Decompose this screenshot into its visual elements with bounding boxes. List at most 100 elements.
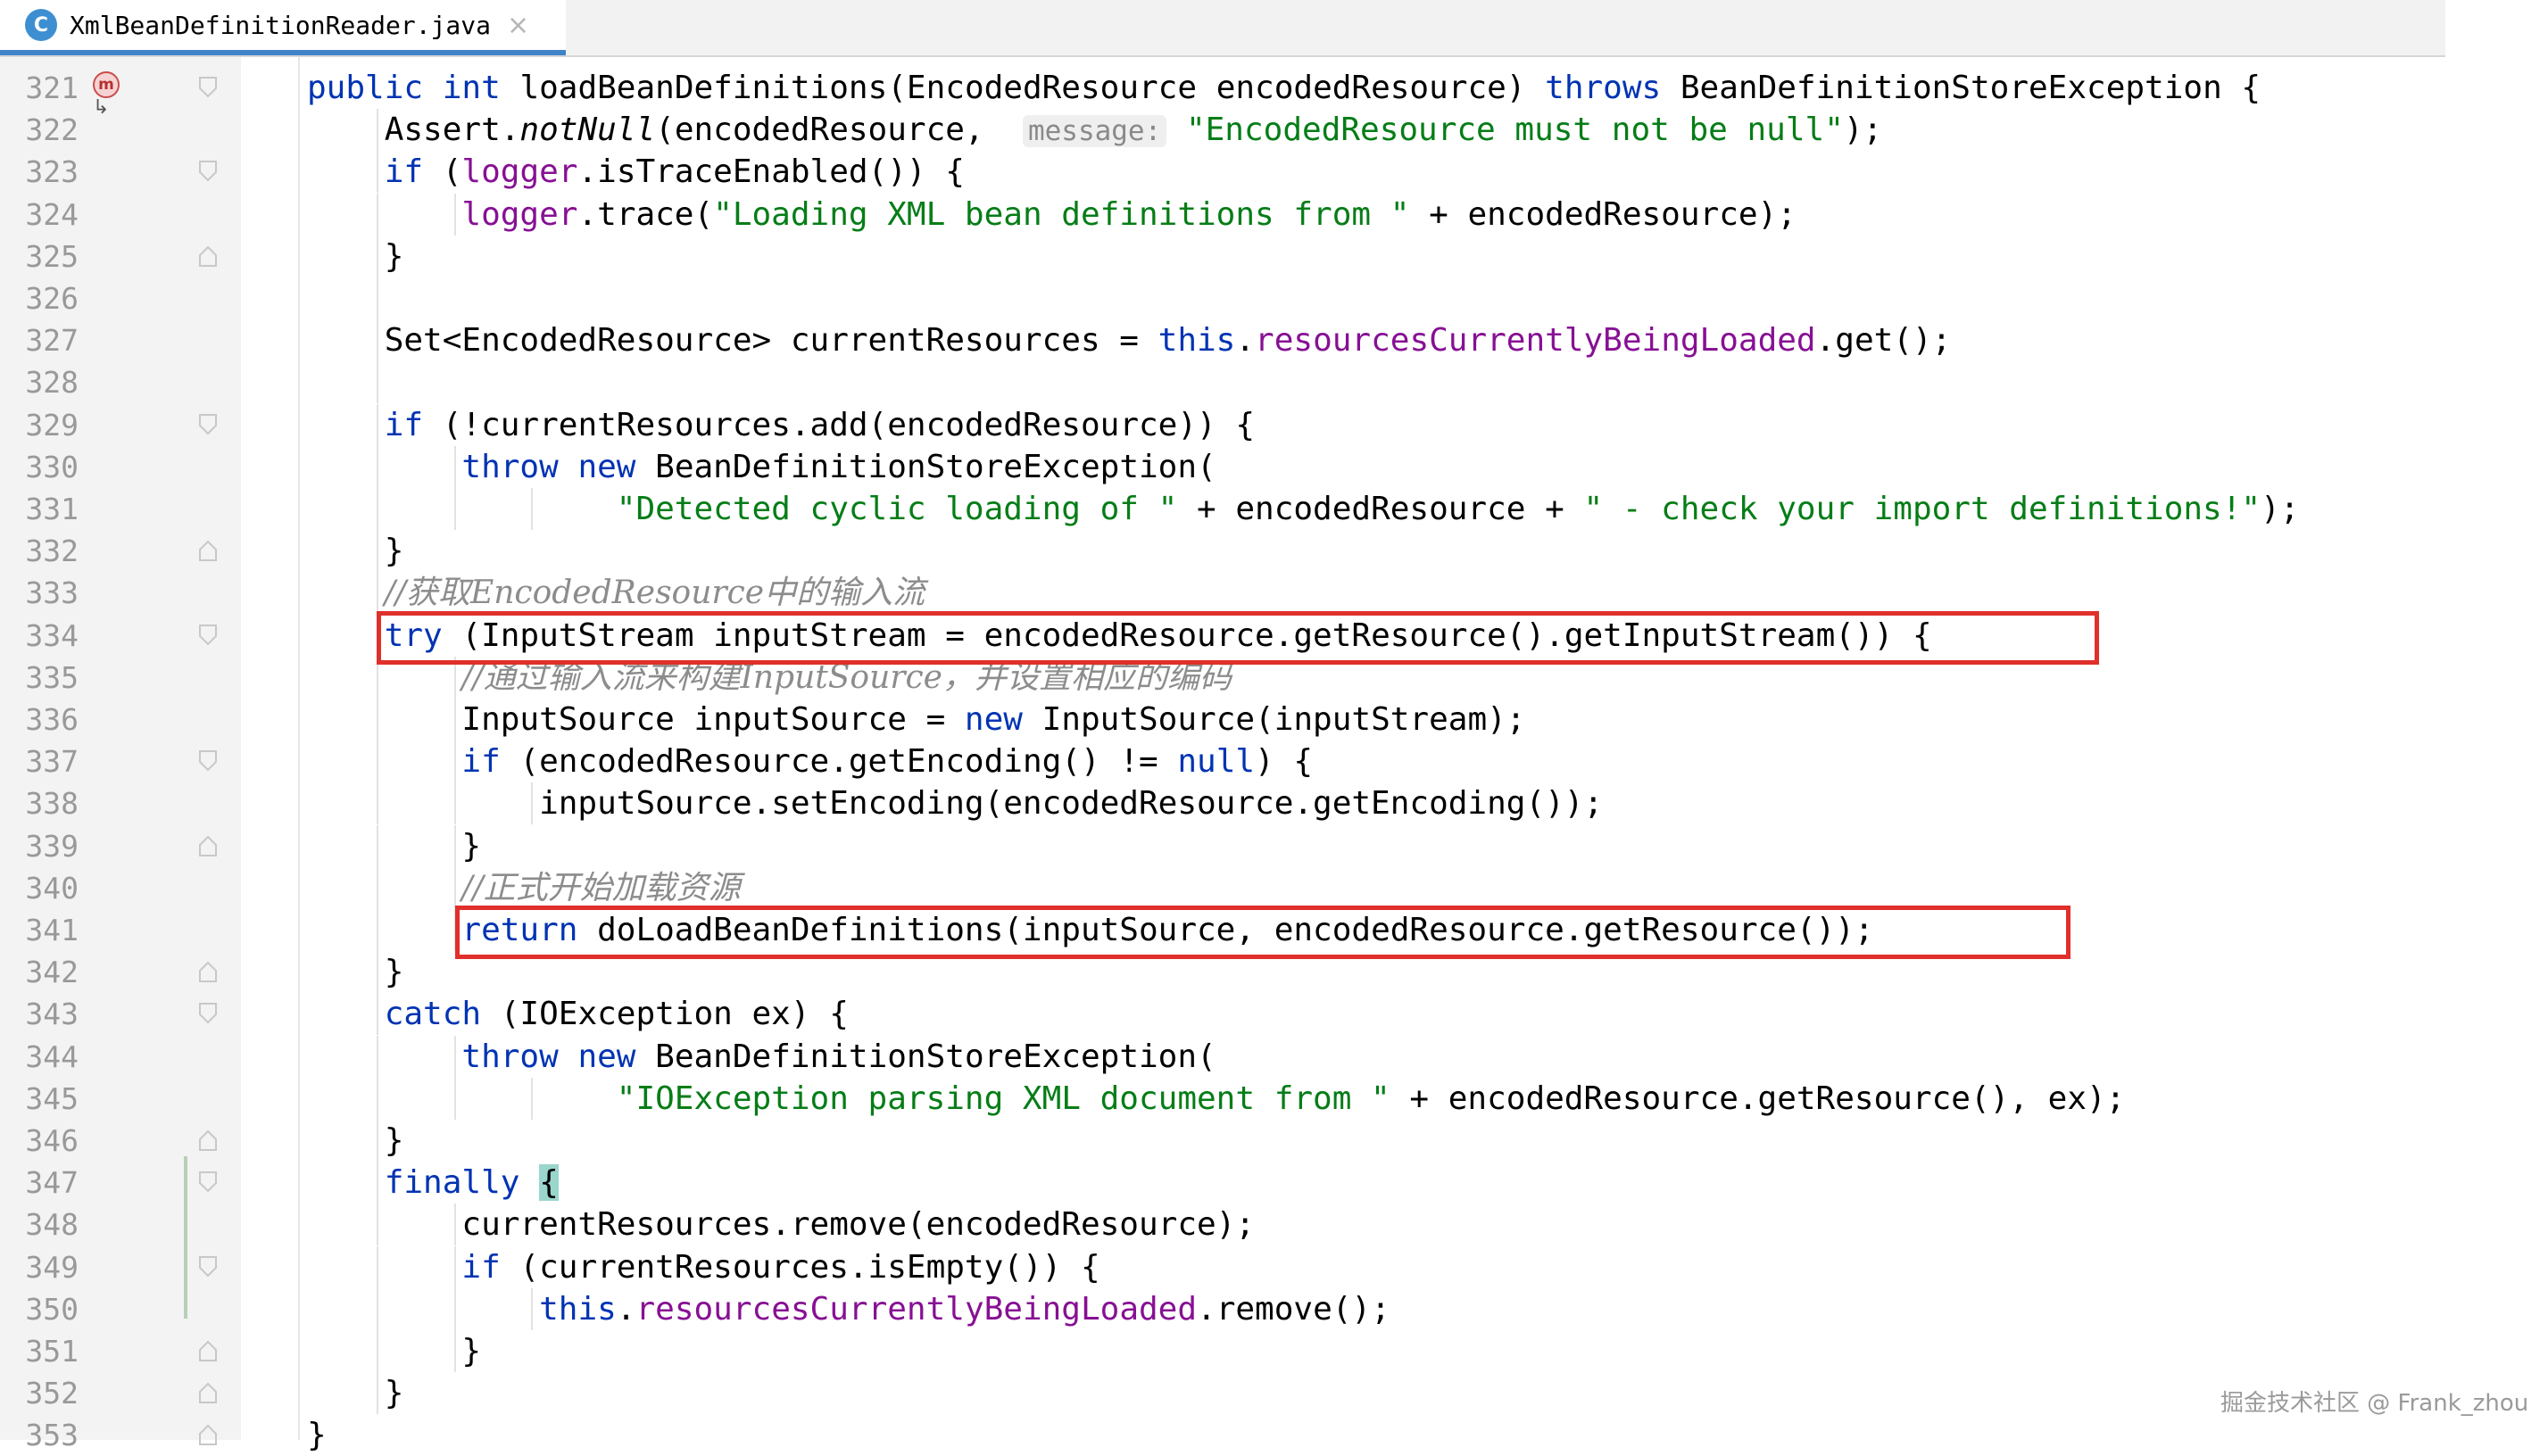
line-number[interactable]: 321 bbox=[0, 67, 79, 109]
line-number[interactable]: 347 bbox=[0, 1162, 79, 1204]
line-number[interactable]: 351 bbox=[0, 1330, 79, 1372]
line-number[interactable]: 327 bbox=[0, 319, 79, 361]
code-text[interactable]: throw new BeanDefinitionStoreException( bbox=[307, 446, 1216, 488]
code-text[interactable]: "Detected cyclic loading of " + encodedR… bbox=[307, 488, 2300, 530]
line-number[interactable]: 331 bbox=[0, 488, 79, 530]
code-line[interactable]: 322 Assert.notNull(encodedResource, mess… bbox=[0, 109, 2531, 153]
code-line[interactable]: 328 bbox=[0, 361, 2531, 404]
fold-close-icon[interactable] bbox=[198, 960, 218, 983]
tab-xml-bean-definition-reader[interactable]: C XmlBeanDefinitionReader.java × bbox=[0, 0, 566, 55]
fold-open-icon[interactable] bbox=[198, 749, 218, 773]
code-text[interactable]: } bbox=[307, 825, 481, 867]
code-line[interactable]: 337 if (encodedResource.getEncoding() !=… bbox=[0, 740, 2531, 783]
code-text[interactable]: Assert.notNull(encodedResource, message:… bbox=[307, 109, 1883, 153]
code-line[interactable]: 333 //获取EncodedResource中的输入流 bbox=[0, 572, 2531, 615]
code-text[interactable]: this.resourcesCurrentlyBeingLoaded.remov… bbox=[307, 1288, 1390, 1330]
code-text[interactable]: InputSource inputSource = new InputSourc… bbox=[307, 699, 1525, 740]
code-text[interactable]: //获取EncodedResource中的输入流 bbox=[307, 572, 925, 614]
fold-open-icon[interactable] bbox=[198, 160, 218, 183]
line-number[interactable]: 335 bbox=[0, 657, 79, 699]
fold-close-icon[interactable] bbox=[198, 1129, 218, 1152]
fold-open-icon[interactable] bbox=[198, 1255, 218, 1278]
code-line[interactable]: 321 public int loadBeanDefinitions(Encode… bbox=[0, 67, 2531, 109]
fold-open-icon[interactable] bbox=[198, 76, 218, 99]
line-number[interactable]: 345 bbox=[0, 1078, 79, 1120]
code-line[interactable]: 349 if (currentResources.isEmpty()) { bbox=[0, 1245, 2531, 1288]
code-line[interactable]: 348 currentResources.remove(encodedResou… bbox=[0, 1204, 2531, 1246]
fold-open-icon[interactable] bbox=[198, 413, 218, 436]
code-text[interactable]: } bbox=[307, 951, 404, 993]
code-line[interactable]: 345 "IOException parsing XML document fr… bbox=[0, 1077, 2531, 1120]
line-number[interactable]: 328 bbox=[0, 361, 79, 403]
code-text[interactable]: public int loadBeanDefinitions(EncodedRe… bbox=[307, 67, 2261, 109]
line-number[interactable]: 336 bbox=[0, 699, 79, 740]
line-number[interactable]: 332 bbox=[0, 530, 79, 572]
code-line[interactable]: 338 inputSource.setEncoding(encodedResou… bbox=[0, 782, 2531, 825]
code-text[interactable]: } bbox=[307, 1330, 481, 1372]
code-line[interactable]: 340 //正式开始加载资源 bbox=[0, 866, 2531, 909]
code-line[interactable]: 323 if (logger.isTraceEnabled()) { bbox=[0, 151, 2531, 194]
line-number[interactable]: 326 bbox=[0, 277, 79, 319]
code-line[interactable]: 353} bbox=[0, 1414, 2531, 1456]
code-line[interactable]: 352 } bbox=[0, 1372, 2531, 1415]
line-number[interactable]: 337 bbox=[0, 740, 79, 782]
code-line[interactable]: 329 if (!currentResources.add(encodedRes… bbox=[0, 403, 2531, 446]
code-text[interactable]: } bbox=[307, 1414, 327, 1456]
code-text[interactable]: } bbox=[307, 1372, 404, 1414]
line-number[interactable]: 344 bbox=[0, 1036, 79, 1078]
code-text[interactable]: Set<EncodedResource> currentResources = … bbox=[307, 319, 1952, 361]
fold-open-icon[interactable] bbox=[198, 1002, 218, 1025]
code-line[interactable]: 327 Set<EncodedResource> currentResource… bbox=[0, 319, 2531, 362]
code-line[interactable]: 344 throw new BeanDefinitionStoreExcepti… bbox=[0, 1035, 2531, 1078]
line-number[interactable]: 322 bbox=[0, 109, 79, 151]
code-text[interactable]: if (currentResources.isEmpty()) { bbox=[307, 1246, 1100, 1288]
code-line[interactable]: 330 throw new BeanDefinitionStoreExcepti… bbox=[0, 445, 2531, 488]
fold-close-icon[interactable] bbox=[198, 1423, 218, 1446]
code-text[interactable]: inputSource.setEncoding(encodedResource.… bbox=[307, 782, 1603, 824]
line-number[interactable]: 350 bbox=[0, 1288, 79, 1330]
code-text[interactable]: if (encodedResource.getEncoding() != nul… bbox=[307, 740, 1313, 782]
code-line[interactable]: 324 logger.trace("Loading XML bean defin… bbox=[0, 193, 2531, 236]
fold-close-icon[interactable] bbox=[198, 1339, 218, 1362]
line-number[interactable]: 352 bbox=[0, 1372, 79, 1414]
code-text[interactable]: "IOException parsing XML document from "… bbox=[307, 1078, 2126, 1120]
code-text[interactable]: if (logger.isTraceEnabled()) { bbox=[307, 151, 965, 193]
line-number[interactable]: 329 bbox=[0, 404, 79, 446]
line-number[interactable]: 349 bbox=[0, 1246, 79, 1288]
code-text[interactable]: } bbox=[307, 236, 404, 277]
line-number[interactable]: 341 bbox=[0, 909, 79, 951]
line-number[interactable]: 339 bbox=[0, 825, 79, 867]
fold-close-icon[interactable] bbox=[198, 244, 218, 268]
code-text[interactable]: currentResources.remove(encodedResource)… bbox=[307, 1204, 1255, 1245]
line-number[interactable]: 343 bbox=[0, 993, 79, 1035]
code-line[interactable]: 332 } bbox=[0, 530, 2531, 573]
code-line[interactable]: 326 bbox=[0, 277, 2531, 319]
line-number[interactable]: 323 bbox=[0, 151, 79, 193]
line-number[interactable]: 325 bbox=[0, 236, 79, 277]
close-icon[interactable]: × bbox=[507, 10, 529, 41]
line-number[interactable]: 353 bbox=[0, 1414, 79, 1456]
code-text[interactable]: } bbox=[307, 1120, 404, 1162]
code-line[interactable]: 347 finally { bbox=[0, 1162, 2531, 1204]
code-line[interactable]: 350 this.resourcesCurrentlyBeingLoaded.r… bbox=[0, 1287, 2531, 1330]
line-number[interactable]: 342 bbox=[0, 951, 79, 993]
code-text[interactable]: //正式开始加载资源 bbox=[307, 867, 740, 909]
fold-open-icon[interactable] bbox=[198, 1171, 218, 1194]
line-number[interactable]: 333 bbox=[0, 572, 79, 614]
fold-close-icon[interactable] bbox=[198, 539, 218, 562]
code-text[interactable]: logger.trace("Loading XML bean definitio… bbox=[307, 194, 1797, 236]
line-number[interactable]: 334 bbox=[0, 615, 79, 657]
code-line[interactable]: 325 } bbox=[0, 235, 2531, 277]
line-number[interactable]: 324 bbox=[0, 194, 79, 236]
code-text[interactable]: if (!currentResources.add(encodedResourc… bbox=[307, 404, 1255, 446]
line-number[interactable]: 346 bbox=[0, 1120, 79, 1162]
fold-close-icon[interactable] bbox=[198, 1381, 218, 1404]
line-number[interactable]: 330 bbox=[0, 446, 79, 488]
fold-open-icon[interactable] bbox=[198, 624, 218, 647]
line-number[interactable]: 338 bbox=[0, 782, 79, 824]
code-line[interactable]: 346 } bbox=[0, 1120, 2531, 1162]
code-line[interactable]: 343 catch (IOException ex) { bbox=[0, 993, 2531, 1036]
code-text[interactable]: throw new BeanDefinitionStoreException( bbox=[307, 1036, 1216, 1078]
line-number[interactable]: 348 bbox=[0, 1204, 79, 1245]
line-number[interactable]: 340 bbox=[0, 867, 79, 909]
